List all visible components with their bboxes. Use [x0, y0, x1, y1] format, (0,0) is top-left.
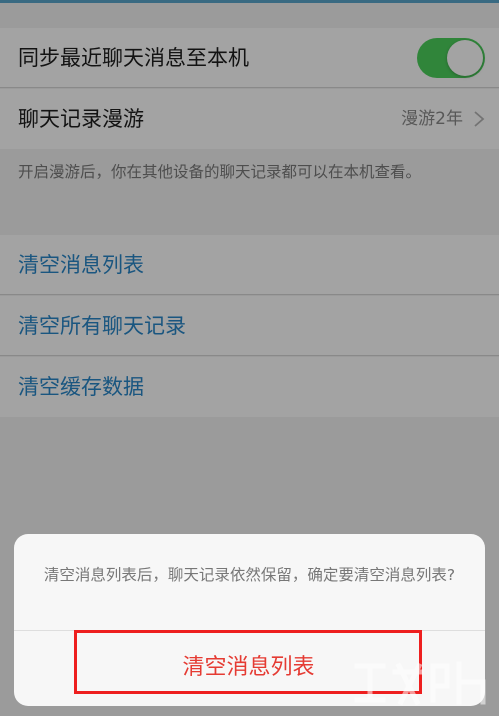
confirm-message: 清空消息列表后，聊天记录依然保留，确定要清空消息列表? [43, 566, 456, 584]
site-logo-watermark [354, 661, 486, 706]
